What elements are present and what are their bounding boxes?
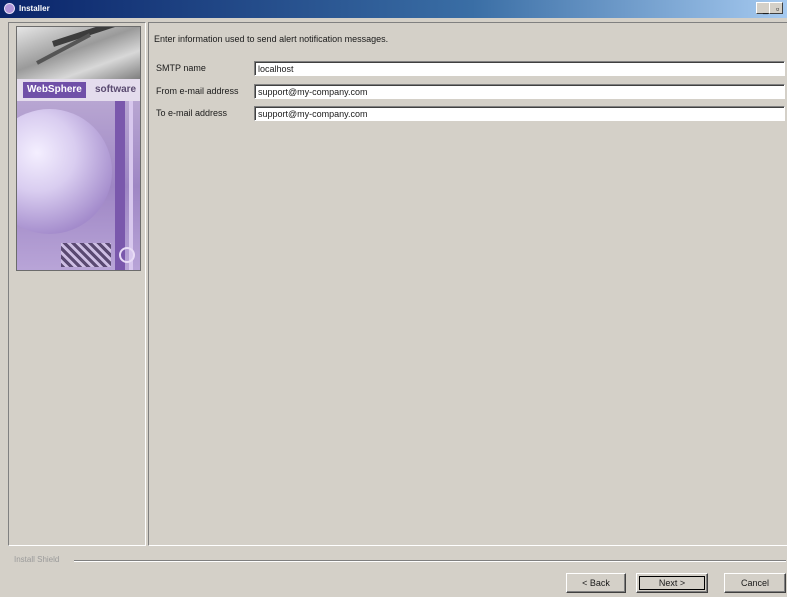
to-email-label: To e-mail address (156, 108, 228, 118)
sphere-graphic (17, 109, 112, 234)
from-email-input[interactable] (254, 84, 785, 99)
banner-art (17, 101, 140, 270)
banner-top-art (17, 27, 140, 79)
brand-name: WebSphere (23, 82, 86, 98)
content-panel (148, 22, 787, 546)
pattern-graphic (61, 243, 111, 267)
brand-bar: WebSphere software (17, 79, 140, 101)
back-button[interactable]: < Back (566, 573, 626, 593)
install-shield-label: Install Shield (14, 555, 60, 564)
next-button[interactable]: Next > (636, 573, 708, 593)
title-bar: Installer _ ▫ (0, 0, 787, 18)
smtp-name-input[interactable] (254, 61, 785, 76)
maximize-button[interactable]: ▫ (769, 2, 783, 14)
from-email-label: From e-mail address (156, 86, 239, 96)
window-title: Installer (19, 4, 50, 13)
brand-suffix: software (95, 84, 137, 95)
footer-separator (74, 560, 786, 562)
cancel-button[interactable]: Cancel (724, 573, 786, 593)
smtp-name-label: SMTP name (156, 63, 206, 73)
circle-graphic (119, 247, 135, 263)
websphere-banner-image: WebSphere software (16, 26, 141, 271)
to-email-input[interactable] (254, 106, 785, 121)
minimize-button[interactable]: _ (756, 2, 770, 14)
app-icon (4, 3, 15, 14)
instruction-text: Enter information used to send alert not… (154, 34, 389, 44)
